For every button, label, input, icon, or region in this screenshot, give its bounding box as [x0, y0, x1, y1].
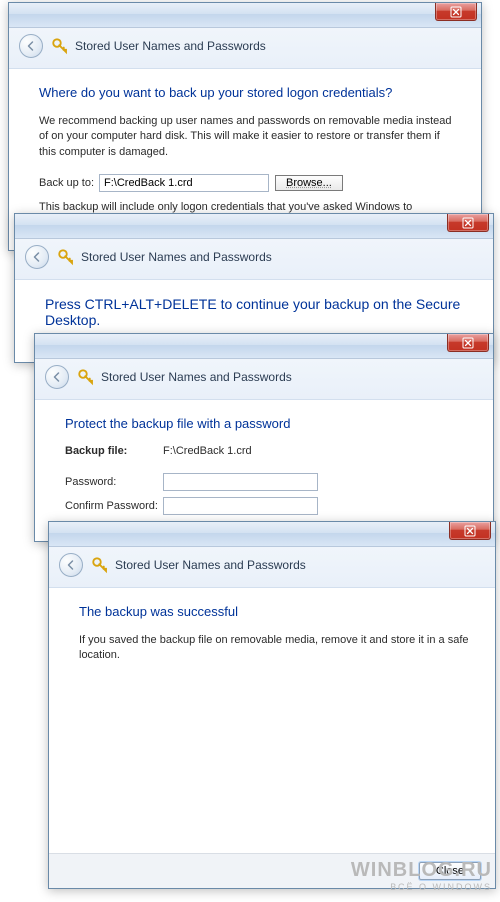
password-input[interactable] — [163, 473, 318, 491]
window-title: Stored User Names and Passwords — [101, 370, 292, 384]
wizard-window-success: Stored User Names and Passwords The back… — [48, 521, 496, 889]
backup-file-value: F:\CredBack 1.crd — [163, 445, 252, 457]
key-icon — [57, 248, 75, 266]
close-icon — [450, 6, 462, 18]
key-icon — [51, 37, 69, 55]
password-label: Password: — [65, 476, 163, 488]
titlebar — [9, 3, 481, 28]
content-area: The backup was successful If you saved t… — [49, 588, 495, 853]
titlebar — [35, 334, 493, 359]
footer-bar: Close — [49, 853, 495, 888]
browse-button[interactable]: Browse... — [275, 175, 343, 191]
page-heading: The backup was successful — [79, 604, 473, 619]
wizard-window-protect-password: Stored User Names and Passwords Protect … — [34, 333, 494, 542]
body-text: If you saved the backup file on removabl… — [79, 633, 473, 664]
backup-path-input[interactable] — [99, 174, 269, 192]
window-title: Stored User Names and Passwords — [115, 558, 306, 572]
close-button[interactable] — [435, 3, 477, 21]
back-arrow-icon — [31, 251, 43, 263]
close-button[interactable] — [447, 334, 489, 352]
back-arrow-icon — [65, 559, 77, 571]
backup-file-label: Backup file: — [65, 445, 163, 457]
wizard-header: Stored User Names and Passwords — [15, 239, 493, 280]
backup-to-label: Back up to: — [39, 177, 99, 189]
backup-file-row: Backup file: F:\CredBack 1.crd — [65, 445, 471, 457]
wizard-header: Stored User Names and Passwords — [9, 28, 481, 69]
close-icon — [462, 337, 474, 349]
body-text: We recommend backing up user names and p… — [39, 114, 459, 160]
back-arrow-icon — [25, 40, 37, 52]
close-icon — [462, 217, 474, 229]
titlebar — [15, 214, 493, 239]
back-button[interactable] — [59, 553, 83, 577]
close-button[interactable] — [447, 214, 489, 232]
backup-to-row: Back up to: Browse... — [39, 174, 459, 192]
wizard-header: Stored User Names and Passwords — [49, 547, 495, 588]
confirm-password-input[interactable] — [163, 497, 318, 515]
confirm-password-label: Confirm Password: — [65, 500, 163, 512]
confirm-password-row: Confirm Password: — [65, 497, 471, 515]
key-icon — [77, 368, 95, 386]
page-heading: Where do you want to back up your stored… — [39, 85, 459, 100]
page-heading: Press CTRL+ALT+DELETE to continue your b… — [45, 296, 471, 328]
close-icon — [464, 525, 476, 537]
password-row: Password: — [65, 473, 471, 491]
wizard-header: Stored User Names and Passwords — [35, 359, 493, 400]
content-area: Protect the backup file with a password … — [35, 400, 493, 541]
back-arrow-icon — [51, 371, 63, 383]
close-dialog-button[interactable]: Close — [419, 862, 481, 880]
back-button[interactable] — [45, 365, 69, 389]
window-title: Stored User Names and Passwords — [81, 250, 272, 264]
back-button[interactable] — [19, 34, 43, 58]
back-button[interactable] — [25, 245, 49, 269]
page-heading: Protect the backup file with a password — [65, 416, 471, 431]
titlebar — [49, 522, 495, 547]
window-title: Stored User Names and Passwords — [75, 39, 266, 53]
key-icon — [91, 556, 109, 574]
close-button[interactable] — [449, 522, 491, 540]
